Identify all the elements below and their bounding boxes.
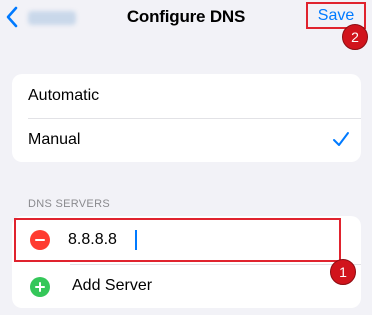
add-server-label: Add Server <box>72 277 153 294</box>
option-label: Automatic <box>28 87 100 104</box>
add-icon <box>30 277 50 297</box>
dns-server-input[interactable] <box>68 229 268 251</box>
dns-mode-group: Automatic Manual <box>12 74 361 162</box>
navigation-bar: Configure DNS Save <box>0 0 372 36</box>
add-server-button[interactable]: Add Server <box>12 265 361 308</box>
section-header: DNS SERVERS <box>28 198 110 210</box>
option-manual[interactable]: Manual <box>12 118 361 162</box>
remove-icon[interactable] <box>30 230 50 250</box>
step-1-badge: 1 <box>330 259 356 285</box>
text-cursor <box>135 230 137 250</box>
step-2-badge: 2 <box>342 24 368 50</box>
option-label: Manual <box>28 131 81 148</box>
dns-server-row <box>14 218 341 262</box>
checkmark-icon <box>333 132 349 146</box>
dns-servers-group: Add Server <box>12 216 361 308</box>
option-automatic[interactable]: Automatic <box>12 74 361 118</box>
